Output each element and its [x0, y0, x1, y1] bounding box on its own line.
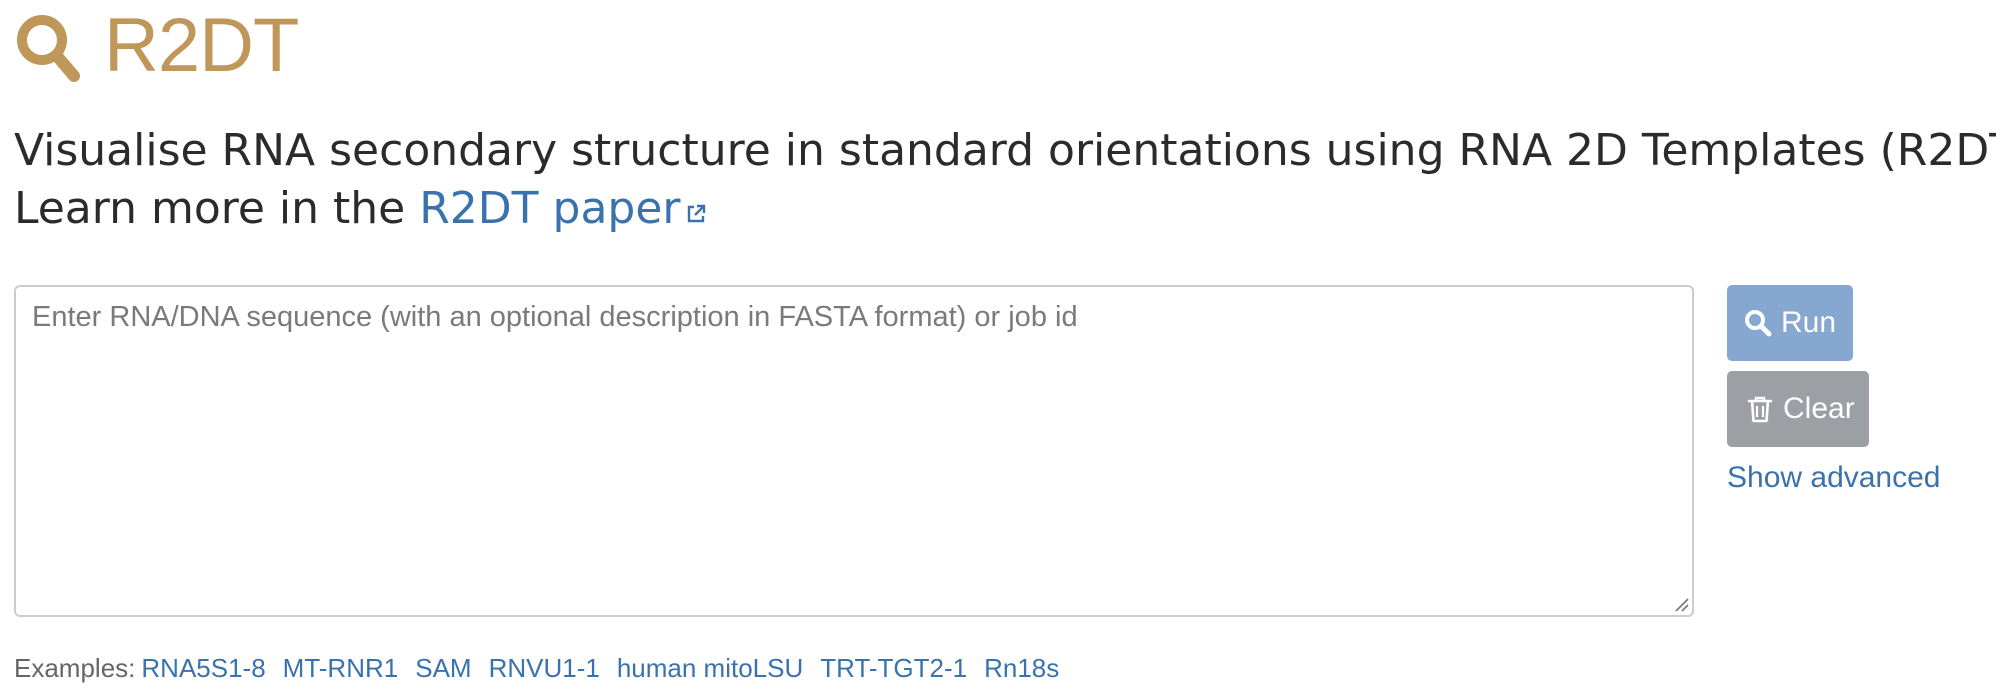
r2dt-paper-link[interactable]: R2DT paper — [419, 183, 706, 234]
examples-label: Examples: — [14, 653, 136, 683]
clear-button[interactable]: Clear — [1727, 371, 1869, 447]
example-link-sam[interactable]: SAM — [415, 653, 471, 683]
example-link-mt-rnr1[interactable]: MT-RNR1 — [283, 653, 399, 683]
external-link-icon — [687, 204, 705, 223]
description-line: Visualise RNA secondary structure in sta… — [14, 125, 1996, 176]
description-prefix: Learn more in the — [14, 183, 420, 234]
r2dt-paper-link-label: R2DT paper — [419, 183, 681, 234]
sequence-input-container — [14, 285, 1694, 617]
resize-handle-icon[interactable] — [1672, 595, 1690, 613]
page-header: R2DT — [14, 3, 299, 88]
page-title: R2DT — [104, 3, 299, 88]
example-link-rna5s1-8[interactable]: RNA5S1-8 — [141, 653, 265, 683]
search-icon — [1745, 310, 1772, 337]
clear-button-label: Clear — [1783, 392, 1855, 425]
run-button-label: Run — [1781, 306, 1837, 339]
example-link-trt-tgt2-1[interactable]: TRT-TGT2-1 — [820, 653, 967, 683]
search-icon — [17, 15, 80, 82]
show-advanced-link[interactable]: Show advanced — [1727, 460, 1941, 496]
sequence-input[interactable] — [16, 287, 1692, 615]
example-link-human-mitolsu[interactable]: human mitoLSU — [617, 653, 803, 683]
description-line-2: Learn more in the R2DT paper — [14, 180, 1996, 238]
example-link-rnvu1-1[interactable]: RNVU1-1 — [489, 653, 600, 683]
example-link-rn18s[interactable]: Rn18s — [984, 653, 1059, 683]
run-button[interactable]: Run — [1727, 285, 1853, 361]
trash-icon — [1747, 396, 1773, 423]
description: Visualise RNA secondary structure in sta… — [14, 122, 1996, 238]
examples-row: Examples: RNA5S1-8 MT-RNR1 SAM RNVU1-1 human … — [14, 652, 1076, 684]
